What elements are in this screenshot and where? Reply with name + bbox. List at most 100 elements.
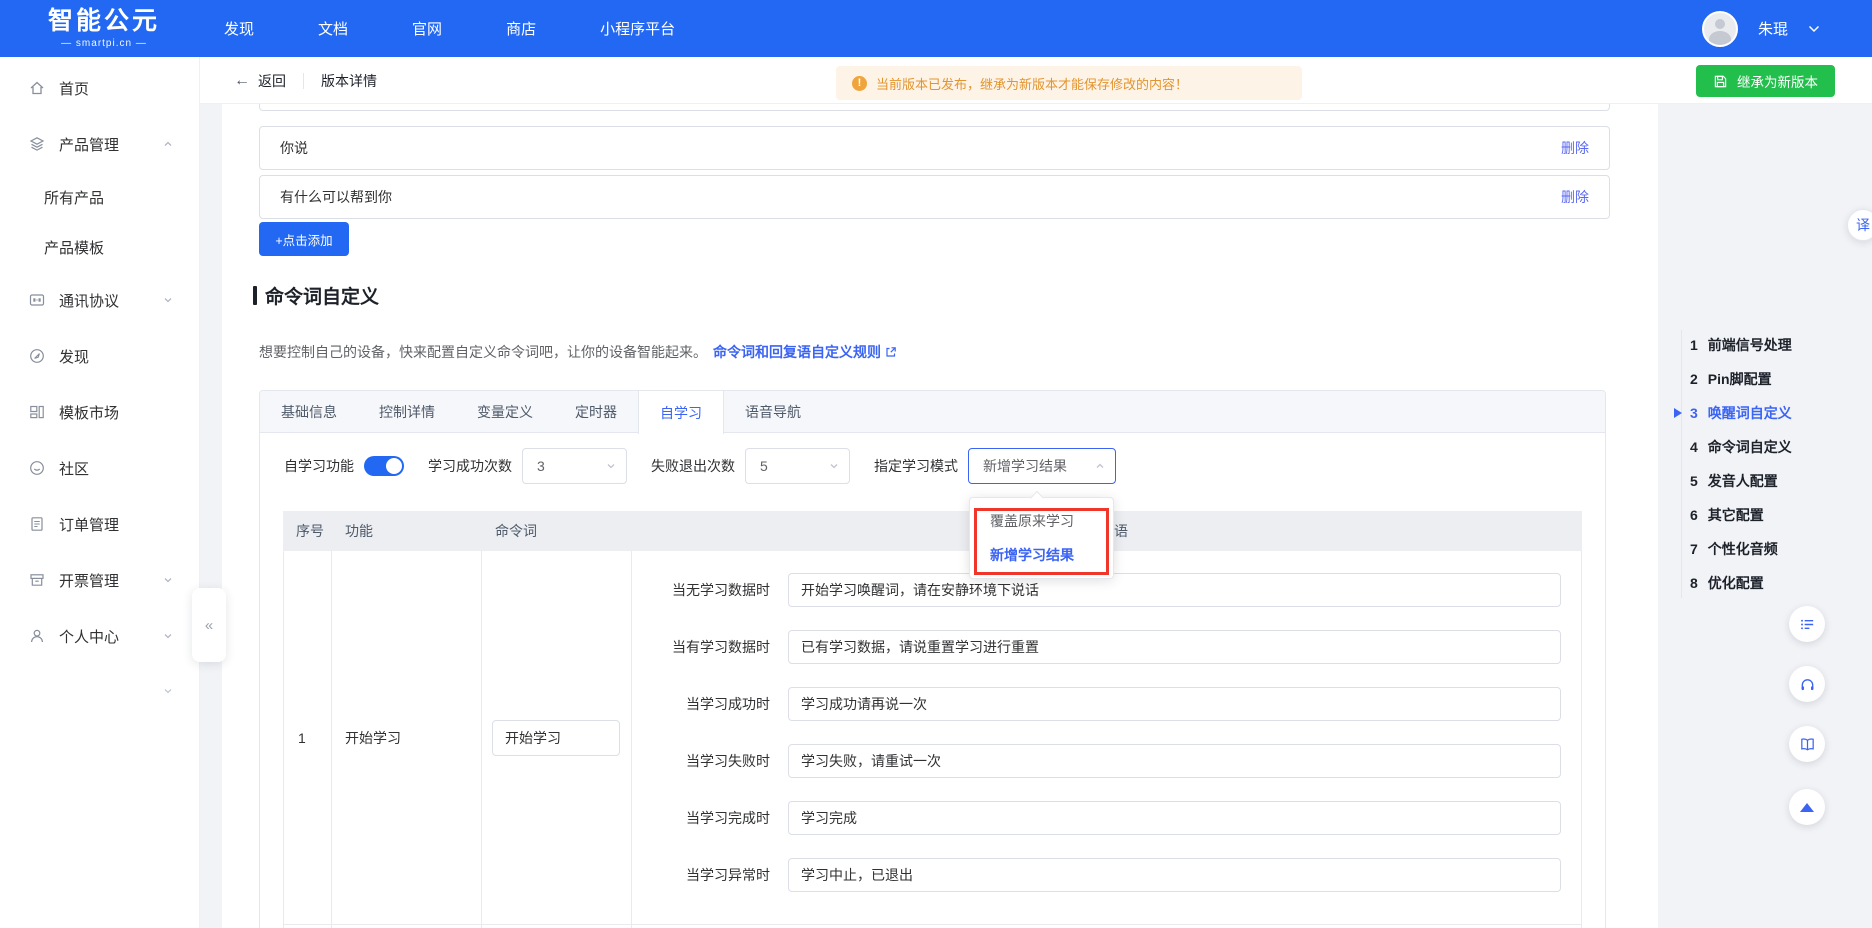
tab-voice-nav[interactable]: 语音导航 [724, 391, 822, 432]
chevron-down-icon [163, 631, 173, 641]
command-input[interactable]: 开始学习 [492, 720, 620, 756]
page-title: 版本详情 [321, 71, 377, 91]
inherit-version-button[interactable]: 继承为新版本 [1696, 65, 1835, 97]
phrase-row[interactable]: 有什么可以帮到你 删除 [259, 175, 1610, 219]
compass-icon [28, 347, 46, 365]
layers-icon [28, 135, 46, 153]
reply-input[interactable]: 已有学习数据，请说重置学习进行重置 [788, 630, 1561, 664]
command-table: 序号 功能 命令词 回复语 1 开始学习 开始学习 当无学习数据时 开始学习唤醒… [283, 511, 1582, 928]
logo-subtitle: — smartpi.cn — [61, 38, 147, 49]
sidebar-item-product-templates[interactable]: 产品模板 [0, 222, 199, 272]
warning-text: 当前版本已发布，继承为新版本才能保存修改的内容！ [876, 74, 1188, 93]
save-icon [1713, 74, 1728, 89]
self-learning-toggle[interactable] [364, 456, 404, 476]
dropdown-option-append[interactable]: 新增学习结果 [970, 538, 1113, 572]
sidebar-item-orders[interactable]: 订单管理 [0, 496, 199, 552]
form-list-button[interactable] [1789, 606, 1825, 642]
phrase-row[interactable]: 你说 删除 [259, 126, 1610, 170]
reply-input[interactable]: 学习完成 [788, 801, 1561, 835]
section-header: 命令词自定义 [253, 282, 1658, 309]
section-title-bar [253, 286, 257, 305]
document-icon [28, 515, 46, 533]
anchor-item-optimize-config[interactable]: 8优化配置 [1690, 566, 1792, 600]
nav-item-miniapp[interactable]: 小程序平台 [600, 18, 675, 39]
nav-item-docs[interactable]: 文档 [318, 18, 348, 39]
nav-item-store[interactable]: 商店 [506, 18, 536, 39]
learning-mode-select[interactable]: 新增学习结果 覆盖原来学习 新增学习结果 [968, 448, 1116, 484]
tab-timer[interactable]: 定时器 [554, 391, 638, 432]
reply-input[interactable]: 学习成功请再说一次 [788, 687, 1561, 721]
sidebar: 首页 产品管理 所有产品 产品模板 通讯协议 发现 模板市场 社区 [0, 57, 200, 928]
detail-tab-panel: 基础信息 控制详情 变量定义 定时器 自学习 语音导航 自学习功能 学习成功次数… [259, 390, 1606, 928]
reply-input[interactable]: 学习中止，已退出 [788, 858, 1561, 892]
anchor-item-command-custom[interactable]: 4命令词自定义 [1690, 430, 1792, 464]
back-arrow-icon[interactable]: ← [234, 72, 250, 90]
rules-link[interactable]: 命令词和回复语自定义规则 [713, 342, 897, 362]
sidebar-item-all-products[interactable]: 所有产品 [0, 172, 199, 222]
support-button[interactable] [1789, 666, 1825, 702]
sidebar-extra-chevron[interactable] [0, 678, 199, 704]
reply-input[interactable]: 学习失败，请重试一次 [788, 744, 1561, 778]
sidebar-item-community[interactable]: 社区 [0, 440, 199, 496]
fail-count-label: 失败退出次数 [651, 456, 735, 476]
chevron-down-icon[interactable] [1808, 25, 1820, 33]
fail-count-select[interactable]: 5 [745, 448, 850, 484]
anchor-item-wakeword[interactable]: 3唤醒词自定义 [1690, 396, 1792, 430]
sidebar-item-protocol[interactable]: 通讯协议 [0, 272, 199, 328]
anchor-item-personal-audio[interactable]: 7个性化音频 [1690, 532, 1792, 566]
archive-icon [28, 571, 46, 589]
tab-self-learning[interactable]: 自学习 [638, 391, 724, 434]
nav-item-website[interactable]: 官网 [412, 18, 442, 39]
logo-title: 智能公元 [48, 9, 160, 34]
reply-row: 当学习异常时 学习中止，已退出 [652, 858, 1561, 892]
page-header: ← 返回 版本详情 ! 当前版本已发布，继承为新版本才能保存修改的内容！ 继承为… [200, 57, 1872, 104]
back-to-top-button[interactable] [1789, 789, 1825, 825]
breadcrumb: ← 返回 版本详情 [234, 57, 377, 104]
docs-button[interactable] [1789, 726, 1825, 762]
sidebar-item-home[interactable]: 首页 [0, 60, 199, 116]
table-row: 1 开始学习 开始学习 当无学习数据时 开始学习唤醒词，请在安静环境下说话 当有… [284, 551, 1581, 924]
avatar-head-icon [1715, 19, 1725, 29]
tab-control-detail[interactable]: 控制详情 [358, 391, 456, 432]
translate-button[interactable]: 译 [1847, 209, 1872, 241]
smile-icon [28, 459, 46, 477]
dropdown-option-overwrite[interactable]: 覆盖原来学习 [970, 504, 1113, 538]
divider [303, 73, 304, 89]
sidebar-item-product-mgmt[interactable]: 产品管理 [0, 116, 199, 172]
toggle-knob [386, 458, 402, 474]
mode-label: 指定学习模式 [874, 456, 958, 476]
delete-link[interactable]: 删除 [1561, 138, 1589, 158]
sidebar-item-invoice[interactable]: 开票管理 [0, 552, 199, 608]
anchor-item-frontend-signal[interactable]: 1前端信号处理 [1690, 328, 1792, 362]
chevron-up-icon [1095, 461, 1105, 471]
grid-icon [28, 403, 46, 421]
active-anchor-arrow-icon [1674, 408, 1682, 418]
anchor-item-speaker-config[interactable]: 5发音人配置 [1690, 464, 1792, 498]
tab-basic-info[interactable]: 基础信息 [260, 391, 358, 432]
avatar-body-icon [1709, 31, 1731, 47]
sidebar-item-discover[interactable]: 发现 [0, 328, 199, 384]
nav-item-discover[interactable]: 发现 [224, 18, 254, 39]
warning-icon: ! [852, 76, 867, 91]
nav-menu: 发现 文档 官网 商店 小程序平台 [224, 18, 675, 39]
toggle-label: 自学习功能 [284, 456, 354, 476]
col-header-command: 命令词 [482, 521, 632, 541]
anchor-item-pin-config[interactable]: 2Pin脚配置 [1690, 362, 1792, 396]
arrow-up-icon [1800, 803, 1814, 812]
chevron-down-icon [163, 686, 173, 696]
sidebar-collapse-handle[interactable]: « [192, 588, 226, 662]
add-phrase-button[interactable]: +点击添加 [259, 222, 349, 256]
back-button[interactable]: 返回 [258, 71, 286, 91]
anchor-nav: 1前端信号处理 2Pin脚配置 3唤醒词自定义 4命令词自定义 5发音人配置 6… [1690, 328, 1792, 600]
reply-input[interactable]: 开始学习唤醒词，请在安静环境下说话 [788, 573, 1561, 607]
col-header-function: 功能 [332, 521, 482, 541]
success-count-select[interactable]: 3 [522, 448, 627, 484]
avatar[interactable] [1702, 11, 1738, 47]
app-logo[interactable]: 智能公元 — smartpi.cn — [48, 9, 160, 49]
tab-variables[interactable]: 变量定义 [456, 391, 554, 432]
delete-link[interactable]: 删除 [1561, 187, 1589, 207]
anchor-item-other-config[interactable]: 6其它配置 [1690, 498, 1792, 532]
user-menu[interactable]: 朱琨 [1702, 11, 1820, 47]
sidebar-item-template-market[interactable]: 模板市场 [0, 384, 199, 440]
sidebar-item-personal-center[interactable]: 个人中心 [0, 608, 199, 664]
